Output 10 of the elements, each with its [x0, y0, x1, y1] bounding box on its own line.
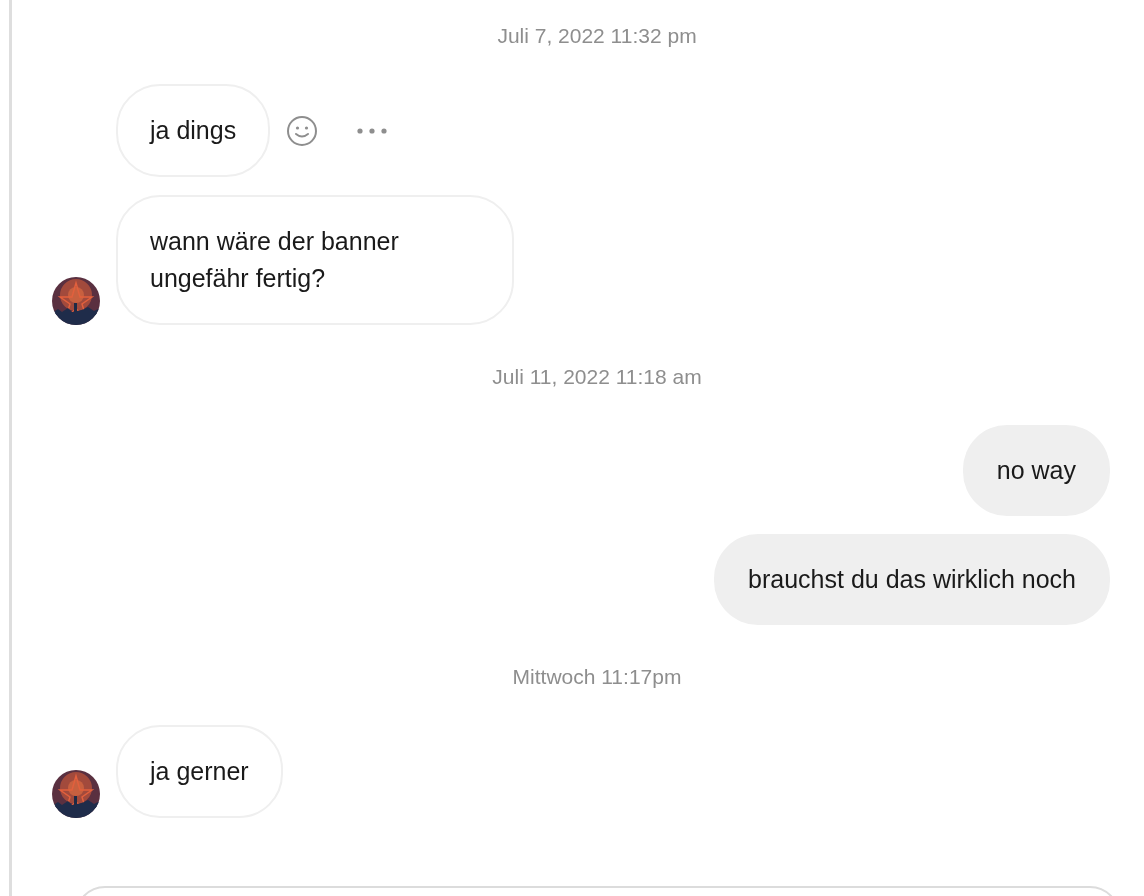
smiley-icon[interactable] — [286, 114, 319, 147]
message-bubble: brauchst du das wirklich noch — [714, 534, 1110, 625]
more-icon[interactable] — [356, 126, 389, 135]
timestamp: Juli 11, 2022 11:18 am — [492, 365, 702, 389]
message-bubble: wann wäre der banner ungefähr fertig? — [116, 195, 514, 325]
timestamp: Mittwoch 11:17pm — [512, 665, 682, 689]
message-bubble: ja gerner — [116, 725, 283, 818]
message-bubble: ja dings — [116, 84, 271, 177]
message-bubble: no way — [962, 425, 1110, 516]
timestamp: Juli 7, 2022 11:32 pm — [497, 24, 697, 48]
